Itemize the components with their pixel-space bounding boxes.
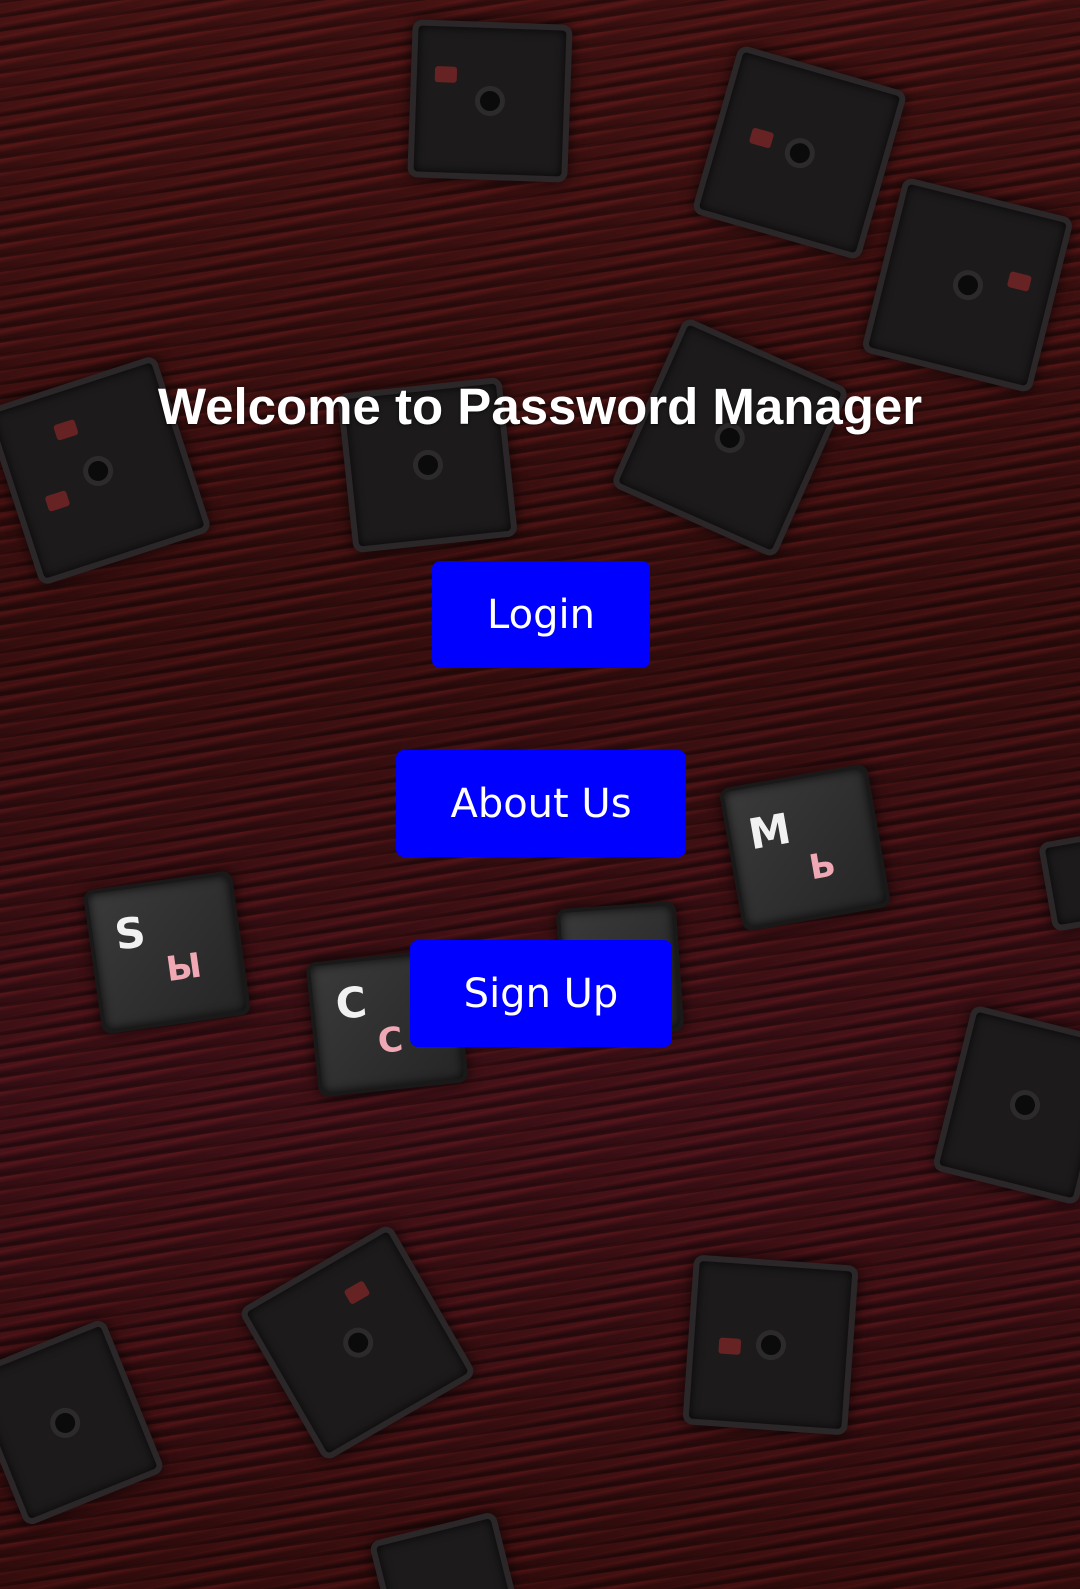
keycap-decoration xyxy=(0,1317,166,1528)
keycap-s-decoration: S Ы xyxy=(82,870,252,1035)
keycap-letter: M xyxy=(744,803,795,860)
keycap-letter: Ь xyxy=(806,844,839,889)
keycap-decoration xyxy=(691,44,908,261)
keycap-letter: C xyxy=(375,1019,405,1062)
keycap-decoration xyxy=(237,1222,478,1463)
login-button[interactable]: Login xyxy=(432,561,650,668)
keycap-decoration xyxy=(610,316,850,559)
page-title: Welcome to Password Manager xyxy=(157,378,923,435)
keycap-letter: C xyxy=(333,977,370,1030)
keycap-m-decoration: M Ь xyxy=(718,763,892,932)
sign-up-button[interactable]: Sign Up xyxy=(410,940,672,1047)
keycap-letter: S xyxy=(111,907,149,960)
keycap-letter: Ы xyxy=(163,945,205,991)
keycap-decoration xyxy=(1037,827,1080,933)
about-us-button[interactable]: About Us xyxy=(396,750,686,857)
keycap-decoration xyxy=(682,1254,859,1436)
keycap-decoration xyxy=(860,176,1075,394)
keycap-decoration xyxy=(931,1004,1080,1206)
keycap-decoration xyxy=(368,1510,522,1589)
keycap-decoration xyxy=(407,19,573,183)
